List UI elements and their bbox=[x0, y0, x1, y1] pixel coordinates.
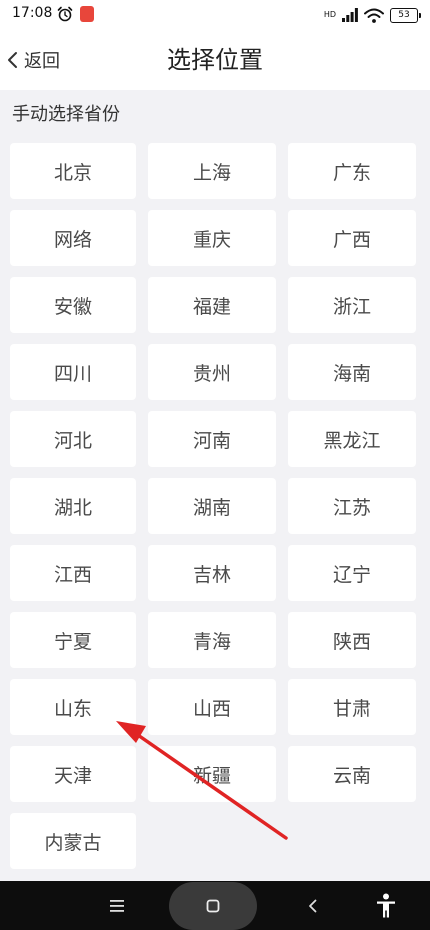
province-guangdong[interactable]: 广东 bbox=[288, 143, 416, 199]
status-time: 17:08 bbox=[12, 5, 53, 21]
province-liaoning[interactable]: 辽宁 bbox=[288, 545, 416, 601]
province-guangxi[interactable]: 广西 bbox=[288, 210, 416, 266]
province-ningxia[interactable]: 宁夏 bbox=[10, 612, 136, 668]
status-bar: 17:08 HD 53 bbox=[0, 0, 430, 30]
province-henan[interactable]: 河南 bbox=[148, 411, 276, 467]
province-chongqing[interactable]: 重庆 bbox=[148, 210, 276, 266]
province-zhejiang[interactable]: 浙江 bbox=[288, 277, 416, 333]
system-nav-bar bbox=[0, 881, 430, 930]
province-gansu[interactable]: 甘肃 bbox=[288, 679, 416, 735]
province-hebei[interactable]: 河北 bbox=[10, 411, 136, 467]
province-hunan[interactable]: 湖南 bbox=[148, 478, 276, 534]
nav-back-button[interactable] bbox=[296, 881, 330, 930]
app-badge-icon bbox=[80, 6, 94, 22]
province-anhui[interactable]: 安徽 bbox=[10, 277, 136, 333]
province-hainan[interactable]: 海南 bbox=[288, 344, 416, 400]
province-yunnan[interactable]: 云南 bbox=[288, 746, 416, 802]
province-shanxi[interactable]: 山西 bbox=[148, 679, 276, 735]
menu-button[interactable] bbox=[100, 881, 134, 930]
province-qinghai[interactable]: 青海 bbox=[148, 612, 276, 668]
province-shanghai[interactable]: 上海 bbox=[148, 143, 276, 199]
battery-indicator: 53 bbox=[390, 7, 421, 23]
province-jiangxi[interactable]: 江西 bbox=[10, 545, 136, 601]
province-shaanxi[interactable]: 陕西 bbox=[288, 612, 416, 668]
province-network[interactable]: 网络 bbox=[10, 210, 136, 266]
status-indicators: HD 53 bbox=[323, 6, 421, 24]
wifi-icon bbox=[364, 8, 384, 23]
province-hubei[interactable]: 湖北 bbox=[10, 478, 136, 534]
province-xinjiang[interactable]: 新疆 bbox=[148, 746, 276, 802]
province-tianjin[interactable]: 天津 bbox=[10, 746, 136, 802]
menu-lines-icon bbox=[110, 899, 124, 912]
nav-header: 返回 选择位置 bbox=[0, 30, 430, 90]
network-type: HD bbox=[323, 10, 336, 19]
province-fujian[interactable]: 福建 bbox=[148, 277, 276, 333]
province-inner-mongolia[interactable]: 内蒙古 bbox=[10, 813, 136, 869]
accessibility-button[interactable] bbox=[366, 881, 406, 930]
province-heilongjiang[interactable]: 黑龙江 bbox=[288, 411, 416, 467]
province-jilin[interactable]: 吉林 bbox=[148, 545, 276, 601]
province-jiangsu[interactable]: 江苏 bbox=[288, 478, 416, 534]
province-guizhou[interactable]: 贵州 bbox=[148, 344, 276, 400]
alarm-clock-icon bbox=[57, 6, 73, 22]
signal-bars-icon bbox=[342, 8, 358, 22]
home-square-icon bbox=[206, 899, 220, 912]
province-shandong[interactable]: 山东 bbox=[10, 679, 136, 735]
home-button[interactable] bbox=[196, 881, 230, 930]
nav-back-icon bbox=[309, 899, 317, 912]
section-title: 手动选择省份 bbox=[12, 104, 120, 125]
accessibility-icon bbox=[377, 893, 395, 917]
province-beijing[interactable]: 北京 bbox=[10, 143, 136, 199]
page-title: 选择位置 bbox=[167, 46, 263, 74]
province-sichuan[interactable]: 四川 bbox=[10, 344, 136, 400]
province-grid: 北京 上海 广东 网络 重庆 广西 安徽 福建 浙江 四川 贵州 海南 河北 河… bbox=[10, 143, 420, 869]
